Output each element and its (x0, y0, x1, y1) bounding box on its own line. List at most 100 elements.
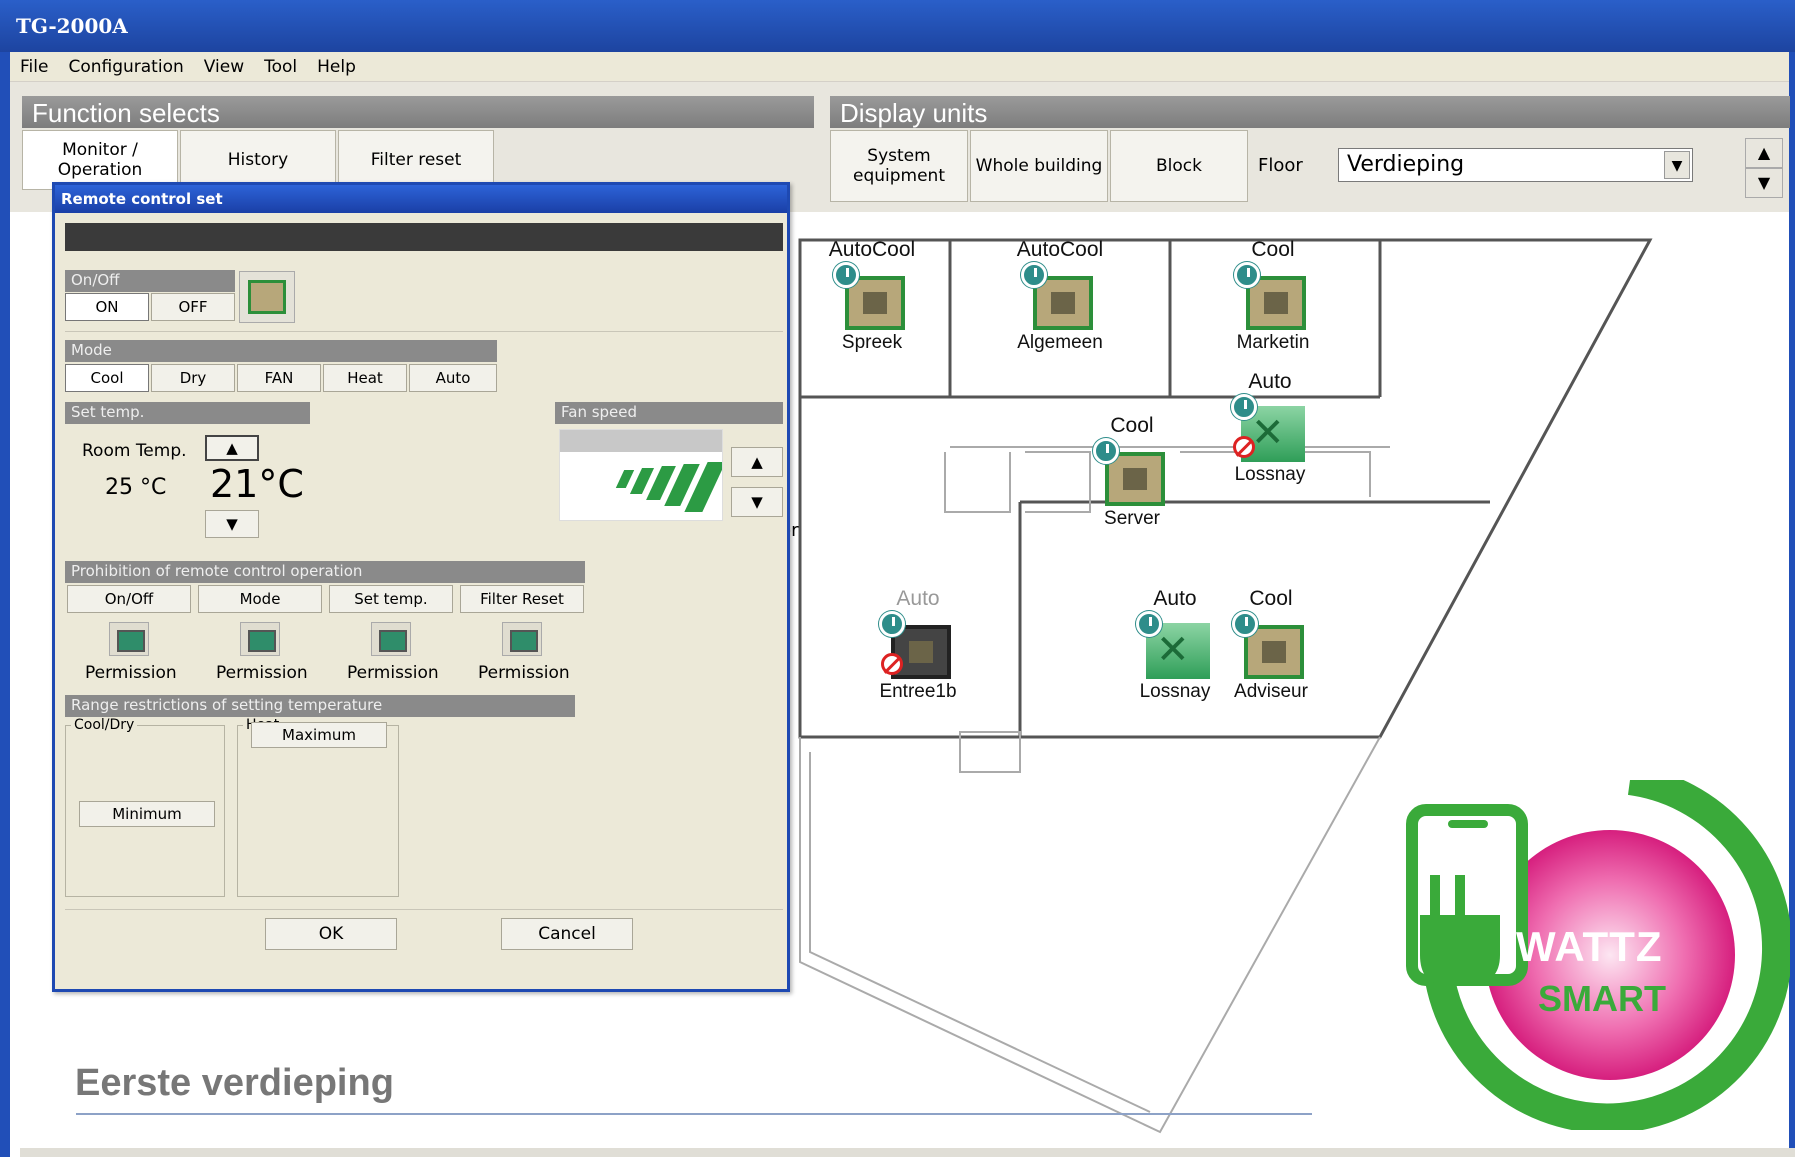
unit-lossnay-1[interactable]: Auto Lossnay (1215, 370, 1325, 486)
tab-filter-reset[interactable]: Filter reset (338, 130, 494, 190)
tab-monitor-operation[interactable]: Monitor / Operation (22, 130, 178, 190)
unit-entree1b[interactable]: Auto Entree1b (863, 587, 973, 703)
prohibit-settemp-button[interactable]: Set temp. (329, 585, 453, 613)
cancel-button[interactable]: Cancel (501, 918, 633, 950)
unit-name: Adviseur (1234, 681, 1308, 702)
prohibition-group-label: Prohibition of remote control operation (65, 561, 585, 583)
menu-bar: File Configuration View Tool Help (10, 52, 1789, 82)
remote-permission-icon (371, 622, 411, 656)
fan-speed-indicator (559, 429, 723, 521)
air-conditioner-icon (1021, 262, 1095, 330)
unit-name: Marketin (1236, 332, 1310, 353)
clock-icon (1232, 611, 1258, 637)
unit-algemeen[interactable]: AutoCool Algemeen (1005, 238, 1115, 354)
mode-cool-button[interactable]: Cool (65, 364, 149, 392)
unit-status: Cool (1251, 238, 1295, 261)
prohibit-filterreset-button[interactable]: Filter Reset (460, 585, 584, 613)
clock-icon (1136, 611, 1162, 637)
ok-button[interactable]: OK (265, 918, 397, 950)
room-temp-label: Room Temp. (82, 441, 187, 461)
unit-adviseur[interactable]: Cool Adviseur (1216, 587, 1326, 703)
menu-view[interactable]: View (194, 52, 254, 82)
fan-speed-up-button[interactable]: ▲ (731, 447, 783, 477)
permission-label: Permission (85, 663, 177, 683)
wattz-smart-logo: WATTZ SMART (1400, 765, 1792, 1134)
permission-label: Permission (347, 663, 439, 683)
unit-name: Server (1104, 508, 1160, 529)
remote-permission-icon (240, 622, 280, 656)
fan-speed-down-button[interactable]: ▼ (731, 487, 783, 517)
clock-icon (1093, 438, 1119, 464)
triangle-down-icon: ▼ (226, 515, 238, 533)
unit-marketin[interactable]: Cool Marketin (1218, 238, 1328, 354)
tab-whole-building[interactable]: Whole building (970, 130, 1108, 202)
floor-label: Floor (1258, 155, 1303, 176)
window-title: TG-2000A (0, 0, 1795, 52)
minimum-button[interactable]: Minimum (79, 801, 215, 827)
divider (65, 331, 783, 332)
tab-system-equipment[interactable]: System equipment (830, 130, 968, 202)
temp-up-button[interactable]: ▲ (205, 435, 259, 461)
status-strip (20, 1148, 1795, 1157)
prohibit-onoff-button[interactable]: On/Off (67, 585, 191, 613)
unit-name: Entree1b (879, 681, 957, 702)
unit-status: AutoCool (828, 238, 916, 261)
unit-name: Lossnay (1139, 681, 1211, 702)
menu-file[interactable]: File (10, 52, 58, 82)
unit-name: Algemeen (1017, 332, 1103, 353)
permission-label: Permission (216, 663, 308, 683)
unit-spreek[interactable]: AutoCool Spreek (817, 238, 927, 354)
on-button[interactable]: ON (65, 293, 149, 321)
clock-icon (1234, 262, 1260, 288)
unit-name: Spreek (841, 332, 903, 353)
range-group-label: Range restrictions of setting temperatur… (65, 695, 575, 717)
menu-configuration[interactable]: Configuration (58, 52, 193, 82)
set-temp-value: 21°C (210, 462, 304, 506)
clock-icon (833, 262, 859, 288)
logo-text-smart: SMART (1538, 978, 1666, 1019)
air-conditioner-icon (1093, 438, 1167, 506)
menu-tool[interactable]: Tool (254, 52, 307, 82)
triangle-up-icon: ▲ (751, 453, 763, 471)
floor-select[interactable]: Verdieping ▼ (1338, 148, 1693, 182)
window-border-left (0, 52, 10, 1157)
fan-speed-group-label: Fan speed (555, 402, 783, 424)
onoff-group-label: On/Off (65, 270, 235, 292)
off-button[interactable]: OFF (151, 293, 235, 321)
lossnay-icon (1231, 394, 1305, 462)
clock-icon (1021, 262, 1047, 288)
mode-dry-button[interactable]: Dry (151, 364, 235, 392)
tab-block[interactable]: Block (1110, 130, 1248, 202)
set-temp-group-label: Set temp. (65, 402, 310, 424)
remote-control-dialog: Remote control set On/Off ON OFF Mode Co… (52, 182, 790, 992)
maximum-button[interactable]: Maximum (251, 722, 387, 748)
mode-auto-button[interactable]: Auto (409, 364, 497, 392)
unit-status: Auto (1153, 587, 1197, 610)
unit-server[interactable]: Cool Server (1077, 414, 1187, 530)
menu-help[interactable]: Help (307, 52, 366, 82)
mode-heat-button[interactable]: Heat (323, 364, 407, 392)
temp-down-button[interactable]: ▼ (205, 510, 259, 538)
scroll-down-button[interactable]: ▼ (1745, 168, 1783, 198)
room-temp-value: 25 °C (105, 475, 167, 500)
mode-group-label: Mode (65, 340, 497, 362)
chevron-down-icon[interactable]: ▼ (1664, 151, 1690, 179)
remote-permission-icon (109, 622, 149, 656)
display-units-header: Display units (830, 96, 1790, 128)
unit-lossnay-2[interactable]: Auto Lossnay (1120, 587, 1230, 703)
lossnay-icon (1136, 611, 1210, 679)
tab-history[interactable]: History (180, 130, 336, 190)
air-conditioner-icon (833, 262, 907, 330)
air-conditioner-icon (1232, 611, 1306, 679)
dialog-status-bar (65, 223, 783, 251)
prohibit-mode-button[interactable]: Mode (198, 585, 322, 613)
unit-status: Cool (1249, 587, 1293, 610)
prohibited-icon (881, 653, 903, 675)
heat-fieldset (237, 725, 399, 897)
prohibited-icon (1233, 436, 1255, 458)
floor-title: Eerste verdieping (75, 1062, 394, 1104)
mode-fan-button[interactable]: FAN (237, 364, 321, 392)
function-selects-header: Function selects (22, 96, 814, 128)
unit-status: Auto (1248, 370, 1292, 393)
scroll-up-button[interactable]: ▲ (1745, 138, 1783, 168)
